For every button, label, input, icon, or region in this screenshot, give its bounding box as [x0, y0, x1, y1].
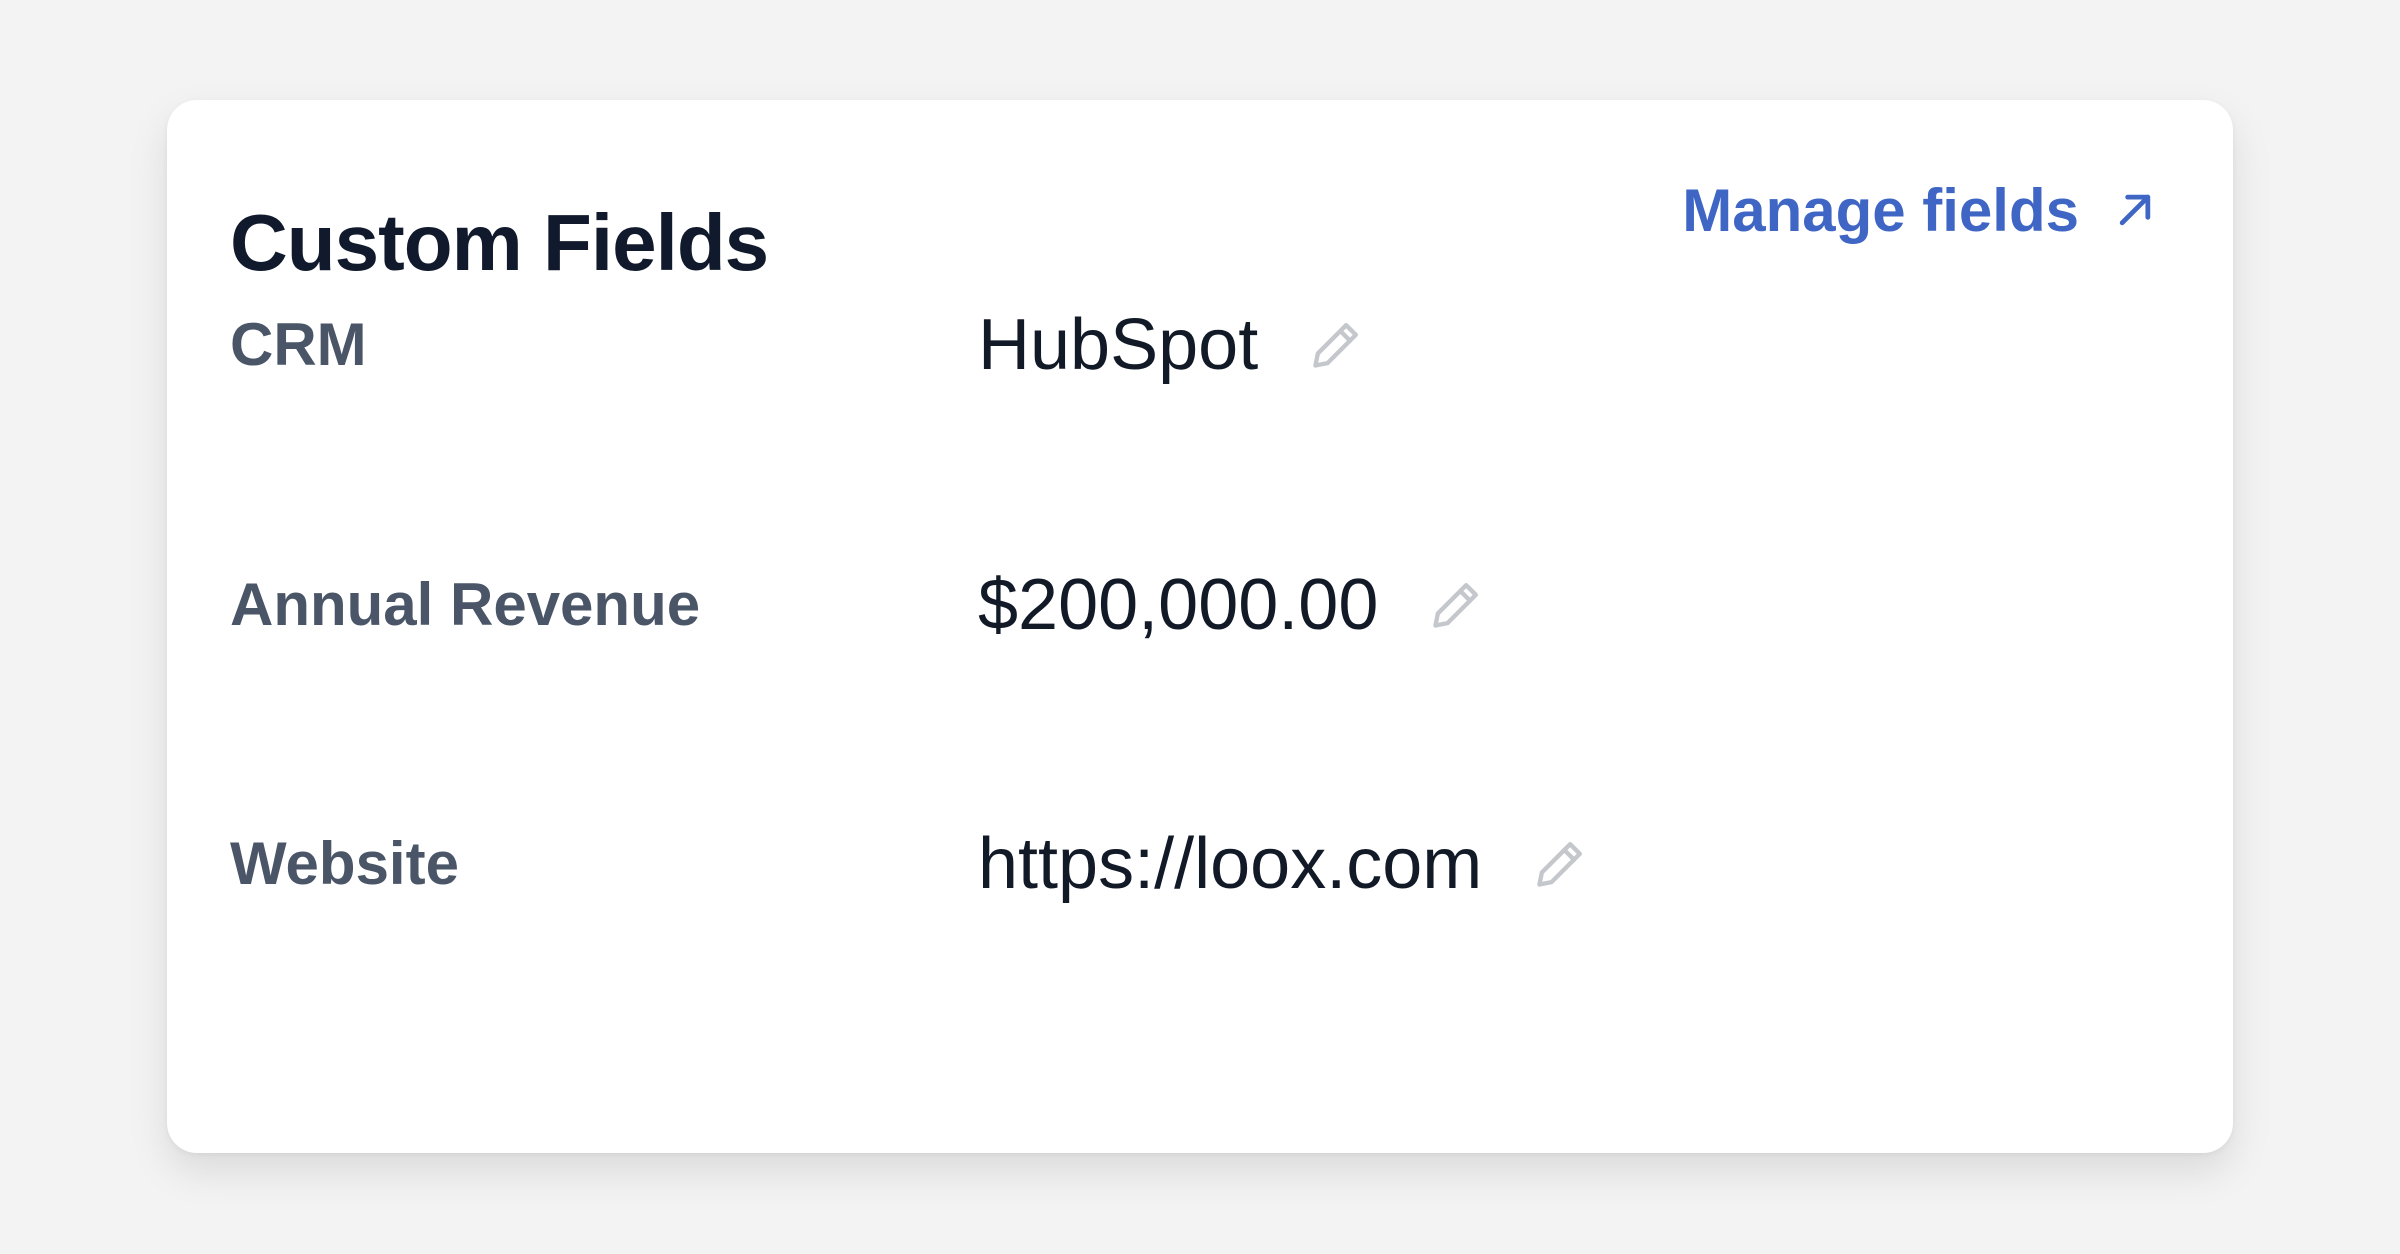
field-label: Annual Revenue: [230, 571, 701, 638]
manage-fields-link[interactable]: Manage fields: [1682, 168, 2157, 252]
field-value: https://loox.com: [978, 824, 1483, 904]
field-value: HubSpot: [978, 305, 1259, 385]
field-row-crm: CRM HubSpot: [230, 290, 2130, 400]
pencil-icon[interactable]: [1530, 834, 1590, 894]
card-title: Custom Fields: [230, 198, 769, 287]
field-row-annual-revenue: Annual Revenue $200,000.00: [230, 550, 2130, 660]
pencil-icon[interactable]: [1426, 575, 1486, 635]
pencil-icon[interactable]: [1306, 315, 1366, 375]
manage-fields-label: Manage fields: [1682, 176, 2079, 244]
field-value-group: $200,000.00: [978, 550, 1486, 660]
custom-fields-card: Custom Fields Manage fields CRM HubSpot …: [167, 100, 2233, 1153]
field-value-group: HubSpot: [978, 290, 1366, 400]
field-row-website: Website https://loox.com: [230, 809, 2130, 919]
field-label: Website: [230, 830, 459, 897]
field-value: $200,000.00: [978, 565, 1379, 645]
field-label: CRM: [230, 311, 367, 378]
field-value-group: https://loox.com: [978, 809, 1590, 919]
arrow-up-right-icon: [2113, 188, 2157, 232]
